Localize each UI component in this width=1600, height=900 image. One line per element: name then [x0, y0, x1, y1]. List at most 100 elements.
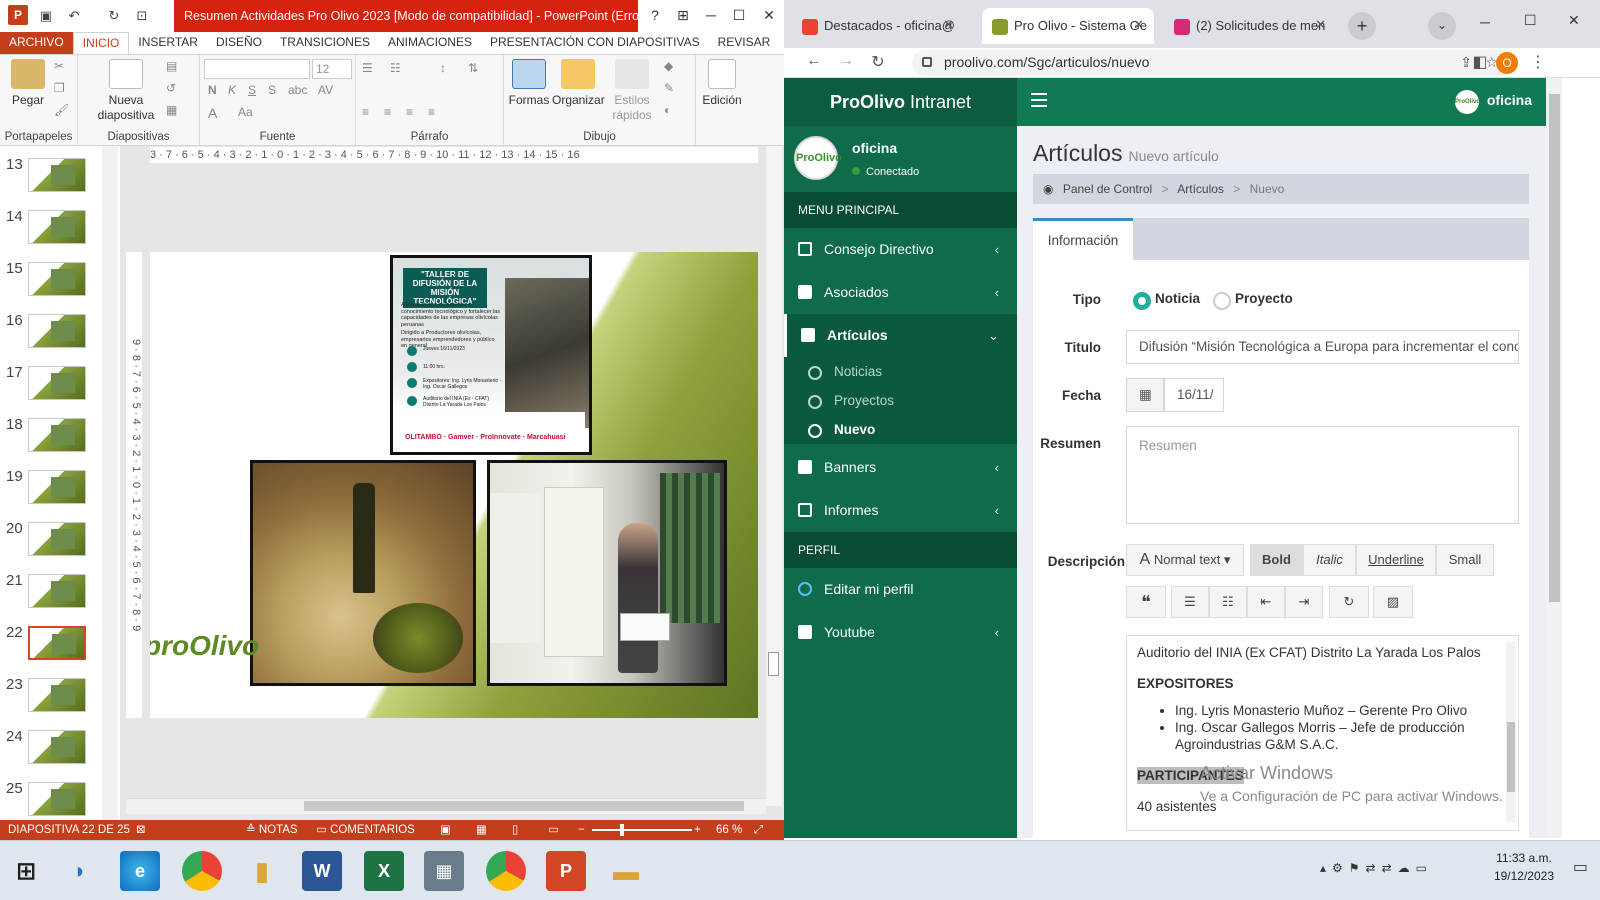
site-brand[interactable]: ProOlivo Intranet — [784, 78, 1017, 126]
align-right-icon[interactable]: ≡ — [406, 105, 413, 119]
maximize-button[interactable]: ☐ — [726, 0, 752, 30]
slide-thumbnail-19[interactable]: 19 — [6, 468, 116, 514]
scrollbar-thumb[interactable] — [304, 801, 744, 811]
normal-view-icon[interactable]: ▣ — [440, 820, 451, 840]
word-icon[interactable]: W — [302, 851, 342, 891]
paste-button[interactable]: Pegar — [6, 59, 50, 108]
new-slide-button[interactable]: Nueva diapositiva — [88, 59, 164, 123]
tab-presentacion[interactable]: PRESENTACIÓN CON DIAPOSITIVAS — [481, 32, 709, 54]
slide-thumbnail-23[interactable]: 23 — [6, 676, 116, 722]
slide-thumbnail-20[interactable]: 20 — [6, 520, 116, 566]
normal-text-dropdown[interactable]: A Normal text ▾ — [1126, 544, 1244, 576]
edge-icon[interactable]: e — [120, 851, 160, 891]
bullets-icon[interactable]: ☰ — [362, 61, 373, 75]
reset-icon[interactable]: ↺ — [166, 81, 176, 95]
slide-thumbnail-24[interactable]: 24 — [6, 728, 116, 774]
chrome-taskbar-icon[interactable] — [182, 851, 222, 891]
comments-button[interactable]: ▭ COMENTARIOS — [316, 820, 415, 840]
undo-icon[interactable]: ↶ — [64, 6, 84, 26]
align-left-icon[interactable]: ≡ — [362, 105, 369, 119]
page-scrollbar[interactable] — [1546, 78, 1562, 838]
bold-icon[interactable]: N — [208, 83, 217, 97]
shape-outline-icon[interactable]: ✎ — [664, 81, 674, 95]
zoom-slider-thumb[interactable] — [620, 824, 624, 836]
tab-transiciones[interactable]: TRANSICIONES — [271, 32, 379, 54]
back-icon[interactable]: ← — [802, 52, 826, 74]
indent-icon[interactable]: ⇥ — [1285, 586, 1323, 618]
chrome-tab-instagram[interactable]: (2) Solicitudes de men ✕ — [1164, 8, 1336, 44]
shapes-button[interactable]: Formas — [508, 59, 550, 108]
submenu-noticias[interactable]: Noticias — [784, 357, 1017, 386]
breadcrumb-articulos[interactable]: Artículos — [1177, 182, 1224, 196]
slide-thumbnail-21[interactable]: 21 — [6, 572, 116, 618]
italic-icon[interactable]: K — [228, 83, 236, 97]
underline-button[interactable]: Underline — [1356, 544, 1436, 576]
tab-informacion[interactable]: Información — [1033, 218, 1133, 260]
close-tab-icon[interactable]: ✕ — [1315, 17, 1326, 33]
spacing-icon[interactable]: AV — [318, 83, 333, 97]
tab-archivo[interactable]: ARCHIVO — [0, 32, 73, 54]
slide-thumbnail-22[interactable]: 22 — [6, 624, 116, 670]
spellcheck-icon[interactable]: ⊠ — [136, 820, 146, 840]
event-poster-image[interactable]: "TALLER DE DIFUSIÓN DE LA MISIÓN TECNOLÓ… — [390, 255, 592, 455]
outdent-icon[interactable]: ⇤ — [1247, 586, 1285, 618]
radio-noticia[interactable] — [1133, 292, 1151, 310]
chrome-tab-gmail[interactable]: Destacados - oficina@ ✕ — [792, 8, 964, 44]
link-icon[interactable]: ↻ — [1329, 586, 1369, 618]
cortana-icon[interactable]: ◗ — [60, 851, 100, 891]
tab-search-icon[interactable]: ⌄ — [1428, 12, 1456, 40]
ribbon-display-icon[interactable]: ⊞ — [670, 0, 696, 30]
slide-vertical-scrollbar[interactable] — [766, 146, 782, 806]
italic-button[interactable]: Italic — [1303, 544, 1356, 576]
close-tab-icon[interactable]: ✕ — [943, 17, 954, 33]
zoom-level[interactable]: 66 % — [716, 820, 742, 840]
reading-view-icon[interactable]: ▯ — [512, 820, 518, 840]
start-icon[interactable]: ⊞ — [6, 851, 46, 891]
tab-inicio[interactable]: INICIO — [72, 32, 130, 54]
slideshow-icon[interactable]: ▭ — [548, 820, 559, 840]
menu-informes[interactable]: Informes ‹ — [784, 489, 1017, 532]
slide-thumbnail-15[interactable]: 15 — [6, 260, 116, 306]
menu-editar-perfil[interactable]: Editar mi perfil — [784, 568, 1017, 611]
menu-articulos[interactable]: Artículos ⌄ — [784, 314, 1017, 357]
thumbnails-scrollbar[interactable] — [102, 146, 118, 820]
tab-animaciones[interactable]: ANIMACIONES — [379, 32, 481, 54]
submenu-nuevo[interactable]: Nuevo — [784, 415, 1017, 444]
tab-insertar[interactable]: INSERTAR — [129, 32, 207, 54]
slide-thumbnail-14[interactable]: 14 — [6, 208, 116, 254]
shadow-icon[interactable]: S — [268, 83, 276, 97]
fecha-input[interactable]: 16/11/ — [1164, 378, 1224, 412]
zoom-slider[interactable] — [592, 829, 692, 831]
tab-revisar[interactable]: REVISAR — [709, 32, 780, 54]
save-icon[interactable]: ▣ — [36, 6, 56, 26]
chrome-maximize-button[interactable]: ☐ — [1524, 12, 1537, 29]
topbar-avatar[interactable]: ProOlivo — [1455, 90, 1480, 114]
new-tab-button[interactable]: + — [1348, 12, 1376, 40]
chrome-close-button[interactable]: ✕ — [1568, 12, 1580, 29]
cut-icon[interactable]: ✂ — [54, 59, 64, 73]
files-icon[interactable]: ▮ — [242, 851, 282, 891]
slide-thumbnail-18[interactable]: 18 — [6, 416, 116, 462]
minimize-button[interactable]: ─ — [698, 0, 724, 30]
lock-icon[interactable] — [922, 57, 932, 67]
calculator-icon[interactable]: ▦ — [424, 851, 464, 891]
radio-proyecto[interactable] — [1213, 292, 1231, 310]
blockquote-icon[interactable]: ❝ — [1126, 586, 1166, 618]
align-center-icon[interactable]: ≡ — [384, 105, 391, 119]
arrange-button[interactable]: Organizar — [552, 59, 605, 108]
calendar-icon[interactable]: ▦ — [1126, 378, 1164, 412]
forward-icon[interactable]: → — [834, 52, 858, 74]
excel-icon[interactable]: X — [364, 851, 404, 891]
small-button[interactable]: Small — [1436, 544, 1494, 576]
redo-icon[interactable]: ↻ — [104, 6, 124, 26]
address-bar[interactable]: proolivo.com/Sgc/articulos/nuevo ⇪ ☆ — [912, 50, 1512, 76]
file-explorer-icon[interactable]: ▬ — [606, 851, 646, 891]
slide-thumbnail-13[interactable]: 13 — [6, 156, 116, 202]
numbering-icon[interactable]: ☷ — [390, 61, 401, 75]
font-color-icon[interactable]: A — [208, 105, 217, 121]
line-spacing-icon[interactable]: ↕ — [440, 61, 446, 75]
resumen-textarea[interactable]: Resumen — [1126, 426, 1519, 524]
zoom-in-icon[interactable]: + — [694, 820, 701, 840]
scrollbar-thumb[interactable] — [1549, 94, 1560, 602]
underline-icon[interactable]: S — [248, 83, 256, 97]
